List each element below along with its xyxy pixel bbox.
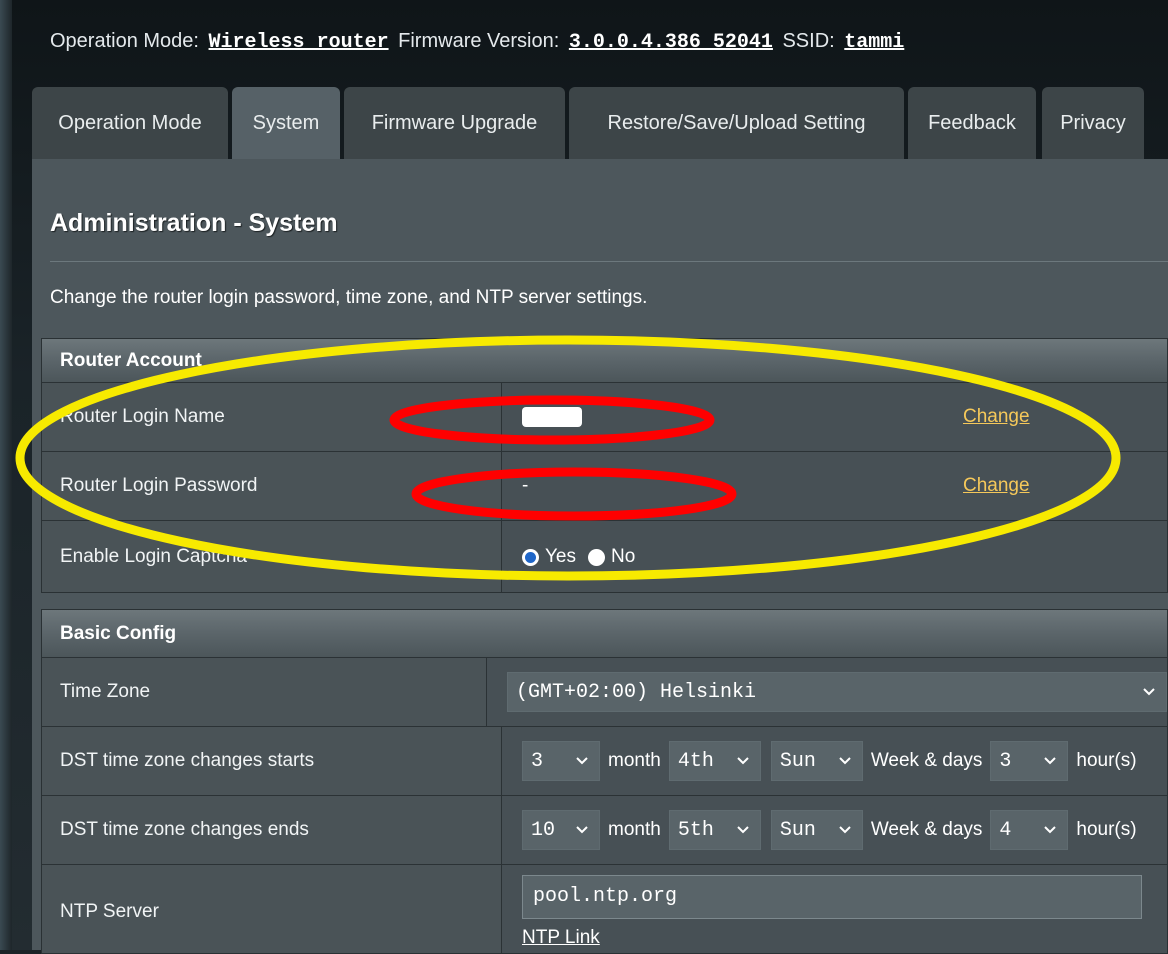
redacted-login-name <box>522 407 582 427</box>
login-name-label: Router Login Name <box>42 383 502 451</box>
chevron-down-icon <box>1044 757 1057 765</box>
dst-start-day-select[interactable]: Sun <box>770 741 863 781</box>
dst-start-day-value: Sun <box>779 749 816 773</box>
ntp-server-label: NTP Server <box>42 865 502 953</box>
op-mode-label: Operation Mode: <box>50 30 199 52</box>
dst-end-hour-select[interactable]: 4 <box>990 810 1069 850</box>
dst-start-week-select[interactable]: 4th <box>668 741 761 781</box>
router-account-header: Router Account <box>42 339 1167 383</box>
tab-system[interactable]: System <box>232 87 340 159</box>
op-mode-link[interactable]: Wireless router <box>209 31 389 54</box>
table-row: Router Login Name Change <box>42 383 1167 452</box>
dst-start-hour-select[interactable]: 3 <box>990 741 1069 781</box>
dst-end-week-value: 5th <box>677 818 714 842</box>
password-placeholder: - <box>522 475 529 496</box>
week-days-word: Week & days <box>870 750 983 771</box>
captcha-no-label[interactable]: No <box>611 546 635 568</box>
time-zone-label: Time Zone <box>42 658 487 726</box>
ntp-server-cell: pool.ntp.org NTP Link <box>502 865 1167 953</box>
tab-privacy[interactable]: Privacy <box>1042 87 1144 159</box>
page-description: Change the router login password, time z… <box>50 287 648 308</box>
dst-end-day-select[interactable]: Sun <box>770 810 863 850</box>
chevron-down-icon <box>737 826 749 834</box>
captcha-label: Enable Login Captcha <box>42 521 502 592</box>
chevron-down-icon <box>1143 688 1155 696</box>
login-password-label: Router Login Password <box>42 452 502 520</box>
chevron-down-icon <box>737 757 749 765</box>
firmware-label: Firmware Version: <box>398 30 560 52</box>
chevron-down-icon <box>576 757 588 765</box>
hours-word: hour(s) <box>1076 750 1137 771</box>
dst-end-hour-value: 4 <box>999 818 1012 842</box>
captcha-options: Yes No <box>502 521 1167 592</box>
ssid-label: SSID: <box>782 30 835 52</box>
change-login-name-link[interactable]: Change <box>963 406 1030 428</box>
dst-start-week-value: 4th <box>677 749 714 773</box>
tab-firmware-upgrade[interactable]: Firmware Upgrade <box>344 87 565 159</box>
dst-start-cell: 3 month 4th Sun Week & days 3 hour(s) <box>502 727 1167 795</box>
status-bar: Operation Mode: Wireless router Firmware… <box>50 30 908 60</box>
captcha-yes-label[interactable]: Yes <box>545 546 576 568</box>
firmware-link[interactable]: 3.0.0.4.386_52041 <box>569 31 773 54</box>
ssid-link[interactable]: tammi <box>844 31 904 54</box>
ntp-link[interactable]: NTP Link <box>522 927 600 949</box>
dst-end-label: DST time zone changes ends <box>42 796 502 864</box>
table-row: DST time zone changes ends 10 month 5th … <box>42 796 1167 865</box>
dst-start-month-select[interactable]: 3 <box>522 741 600 781</box>
time-zone-value: (GMT+02:00) Helsinki <box>516 680 757 704</box>
basic-config-table: Basic Config Time Zone (GMT+02:00) Helsi… <box>41 609 1168 954</box>
login-name-value: Change <box>502 383 1167 451</box>
dst-end-day-value: Sun <box>779 818 816 842</box>
tab-restore-save-upload[interactable]: Restore/Save/Upload Setting <box>569 87 904 159</box>
month-word: month <box>608 750 661 771</box>
login-password-value: - Change <box>502 452 1167 520</box>
router-account-table: Router Account Router Login Name Change … <box>41 338 1168 593</box>
tab-feedback[interactable]: Feedback <box>908 87 1036 159</box>
basic-config-header: Basic Config <box>42 610 1167 658</box>
week-days-word: Week & days <box>870 819 983 840</box>
captcha-yes-radio[interactable] <box>522 548 539 566</box>
dst-end-month-value: 10 <box>531 818 556 842</box>
title-divider <box>50 261 1168 262</box>
chevron-down-icon <box>839 757 851 765</box>
change-password-link[interactable]: Change <box>963 475 1030 497</box>
chevron-down-icon <box>839 826 851 834</box>
month-word: month <box>608 819 661 840</box>
table-row: Router Login Password - Change <box>42 452 1167 521</box>
tab-operation-mode[interactable]: Operation Mode <box>32 87 228 159</box>
dst-end-cell: 10 month 5th Sun Week & days 4 hour(s) <box>502 796 1167 864</box>
table-row: Time Zone (GMT+02:00) Helsinki <box>42 658 1167 727</box>
main-panel: Administration - System Change the route… <box>32 159 1168 954</box>
time-zone-cell: (GMT+02:00) Helsinki <box>487 658 1167 726</box>
left-edge <box>0 0 12 950</box>
time-zone-select[interactable]: (GMT+02:00) Helsinki <box>507 672 1167 712</box>
dst-start-label: DST time zone changes starts <box>42 727 502 795</box>
page-title: Administration - System <box>50 209 338 237</box>
table-row: DST time zone changes starts 3 month 4th… <box>42 727 1167 796</box>
dst-start-month-value: 3 <box>531 749 544 773</box>
table-row: NTP Server pool.ntp.org NTP Link <box>42 865 1167 953</box>
table-row: Enable Login Captcha Yes No <box>42 521 1167 592</box>
dst-start-hour-value: 3 <box>999 749 1012 773</box>
captcha-no-radio[interactable] <box>588 548 605 566</box>
dst-end-month-select[interactable]: 10 <box>522 810 600 850</box>
chevron-down-icon <box>576 826 588 834</box>
chevron-down-icon <box>1044 826 1057 834</box>
hours-word: hour(s) <box>1076 819 1137 840</box>
dst-end-week-select[interactable]: 5th <box>668 810 761 850</box>
ntp-server-input[interactable]: pool.ntp.org <box>522 874 1142 919</box>
